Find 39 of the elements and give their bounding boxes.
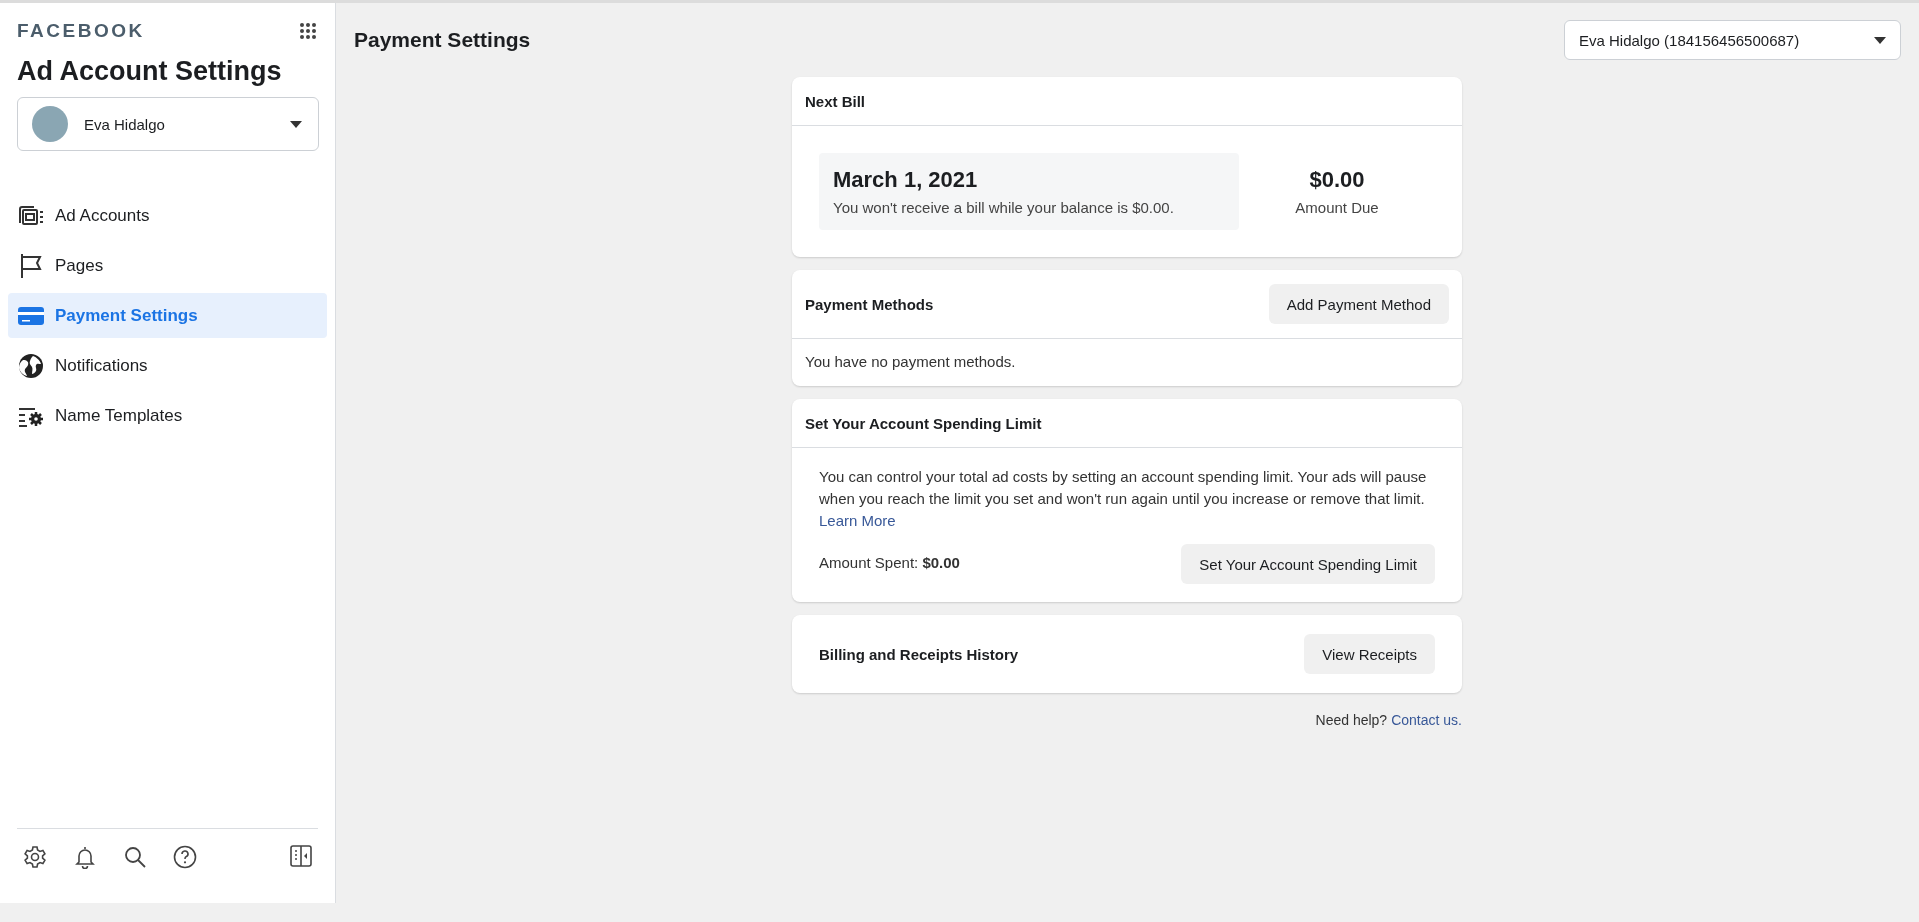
globe-icon bbox=[17, 351, 45, 380]
brand-logo-text: FACEBOOK bbox=[17, 20, 145, 42]
empty-state-text: You have no payment methods. bbox=[805, 353, 1016, 370]
nav-item[interactable]: Name Templates bbox=[8, 393, 327, 438]
avatar bbox=[32, 106, 68, 142]
sidebar-title: Ad Account Settings bbox=[17, 56, 283, 87]
view-receipts-button[interactable]: View Receipts bbox=[1304, 634, 1435, 674]
card-title: Next Bill bbox=[805, 92, 865, 110]
amount-due-value: $0.00 bbox=[1308, 167, 1366, 193]
help-icon[interactable] bbox=[173, 845, 197, 869]
apps-grid-icon[interactable] bbox=[299, 22, 317, 40]
caret-icon bbox=[1874, 36, 1886, 44]
nav-item[interactable]: Ad Accounts bbox=[8, 193, 327, 238]
set-spending-limit-button[interactable]: Set Your Account Spending Limit bbox=[1181, 544, 1435, 584]
bell-icon[interactable] bbox=[73, 845, 97, 869]
bill-date: March 1, 2021 bbox=[833, 167, 979, 193]
add-payment-method-button[interactable]: Add Payment Method bbox=[1268, 284, 1449, 324]
card-title: Set Your Account Spending Limit bbox=[805, 414, 1042, 432]
amount-spent-text: Amount Spent: $0.00 bbox=[819, 554, 960, 571]
account-selector[interactable]: Eva Hidalgo bbox=[17, 97, 319, 151]
learn-more-link[interactable]: Learn More bbox=[819, 512, 896, 529]
caret-icon bbox=[290, 120, 302, 128]
page-title: Payment Settings bbox=[354, 28, 531, 52]
settings-icon[interactable] bbox=[23, 845, 47, 869]
nav-item[interactable]: Notifications bbox=[8, 343, 327, 388]
nav-item[interactable]: Payment Settings bbox=[8, 293, 327, 338]
card-title: Payment Methods bbox=[805, 295, 934, 313]
spending-limit-description: You can control your total ad costs by setting an account spending limit. Your ads will pause when you reach the limit you set and won't run again until you increase or remove that limit. Learn More bbox=[819, 467, 1428, 531]
contact-us-link[interactable]: Contact us. bbox=[1391, 712, 1462, 728]
search-icon[interactable] bbox=[123, 845, 147, 869]
card-title: Billing and Receipts History bbox=[819, 645, 1019, 663]
help-text: Need help? bbox=[1315, 712, 1388, 728]
collapse-panel-icon[interactable] bbox=[290, 845, 312, 867]
nav-item[interactable]: Pages bbox=[8, 243, 327, 288]
stacked-cards-icon bbox=[17, 203, 45, 228]
amount-due-label: Amount Due bbox=[1294, 199, 1380, 216]
credit-card-icon bbox=[17, 304, 45, 327]
bill-note: You won't receive a bill while your balance is $0.00. bbox=[833, 199, 1175, 216]
account-dropdown[interactable]: Eva Hidalgo (184156456500687) bbox=[1564, 20, 1901, 60]
